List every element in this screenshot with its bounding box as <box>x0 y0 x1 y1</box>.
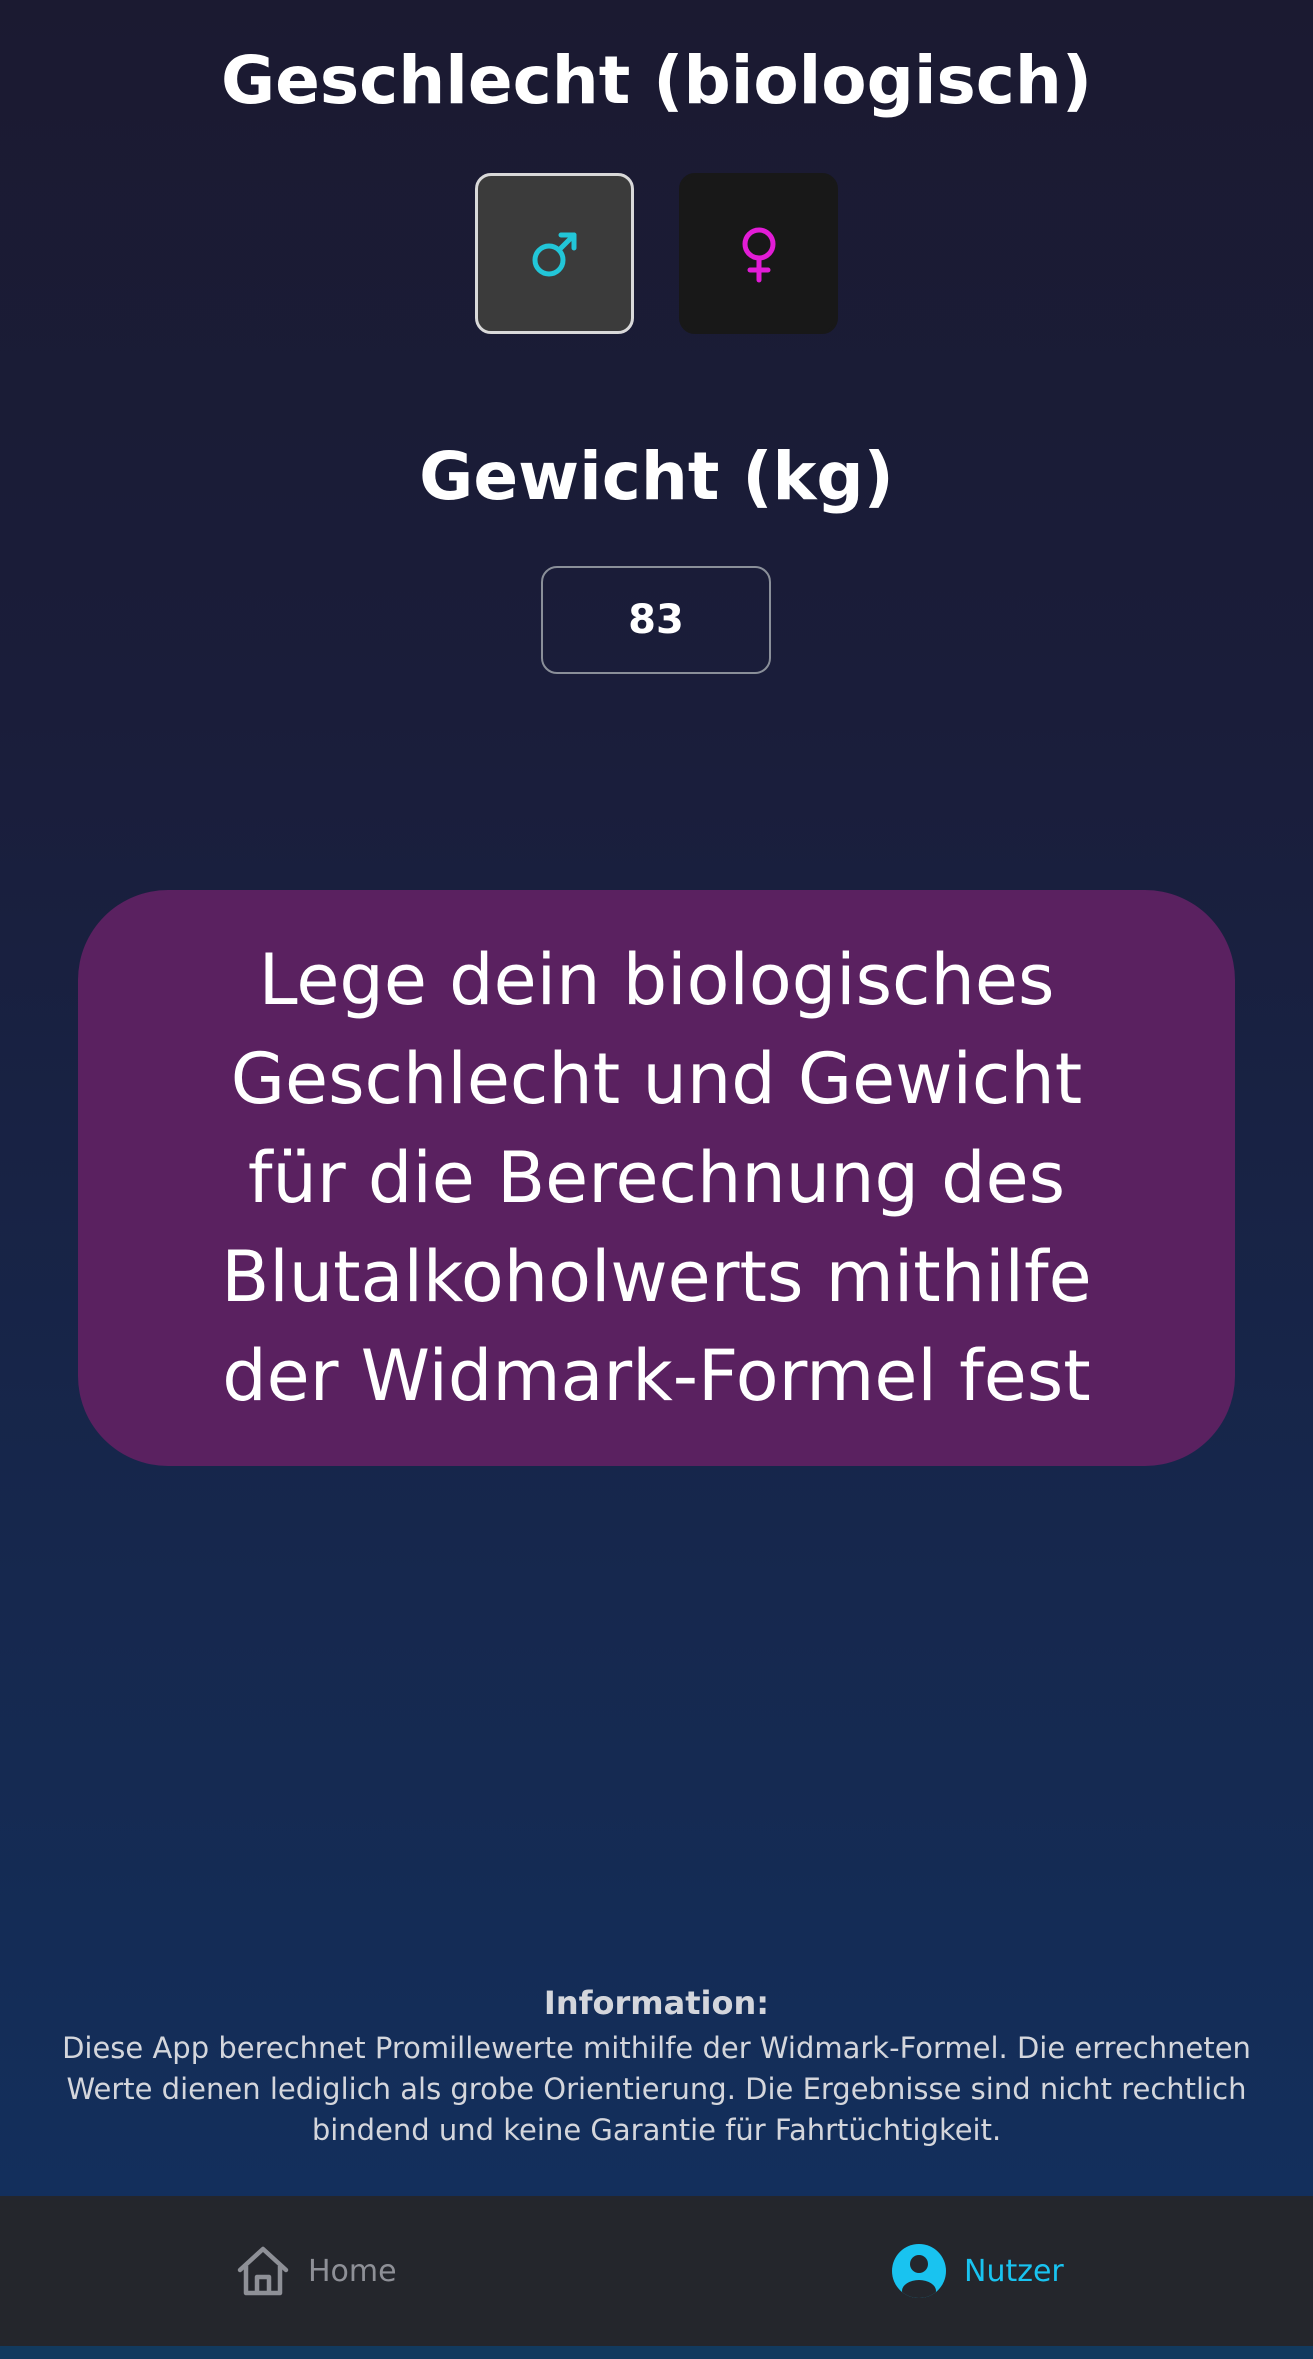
weight-input[interactable] <box>541 566 771 674</box>
disclaimer-heading: Information: <box>543 1984 770 2022</box>
nav-label-user: Nutzer <box>964 2253 1064 2289</box>
nav-item-home[interactable]: Home <box>234 2196 397 2346</box>
disclaimer-text: Diese App berechnet Promillewerte mithil… <box>62 2031 1251 2147</box>
sex-section-title: Geschlecht (biologisch) <box>220 42 1093 119</box>
home-icon <box>237 2246 289 2296</box>
info-bubble-text: Lege dein biologisches Geschlecht und Ge… <box>221 938 1092 1417</box>
user-icon <box>892 2244 946 2298</box>
female-sex-button[interactable] <box>679 173 838 334</box>
nav-item-user[interactable]: Nutzer <box>890 2196 1064 2346</box>
male-sex-button[interactable] <box>475 173 634 334</box>
weight-section-title: Gewicht (kg) <box>419 438 894 515</box>
bottom-edge-strip <box>0 2346 1313 2359</box>
info-bubble: Lege dein biologisches Geschlecht und Ge… <box>78 890 1235 1466</box>
female-icon <box>742 227 775 282</box>
male-icon <box>532 232 576 276</box>
bottom-navigation: Home Nutzer <box>0 2196 1313 2346</box>
nav-label-home: Home <box>308 2253 397 2289</box>
